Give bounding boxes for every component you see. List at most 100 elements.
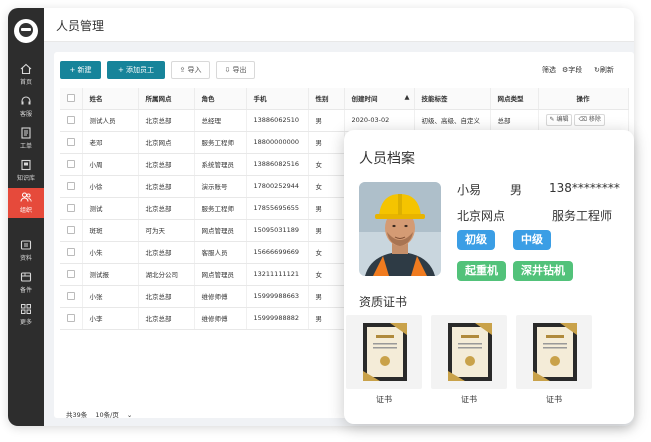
table-cell: 维修师傅 <box>194 285 247 308</box>
table-cell: 北京总部 <box>138 241 195 264</box>
filter-label: 筛选 <box>542 66 556 74</box>
import-label: 导入 <box>187 66 202 74</box>
column-header[interactable]: 所属网点 <box>138 88 195 110</box>
row-checkbox[interactable] <box>60 175 83 198</box>
sort-asc-icon[interactable]: ▲ <box>405 93 410 101</box>
table-cell: 老邓 <box>82 131 139 154</box>
table-cell: 男 <box>308 131 345 154</box>
sidebar-item-resources[interactable]: 资料 <box>8 236 44 266</box>
refresh-label: 刷新 <box>599 66 614 74</box>
remove-button[interactable]: ⌫ 移除 <box>574 114 605 126</box>
table-cell: 17800252944 <box>246 175 309 198</box>
total-count: 共39条 <box>66 411 88 419</box>
folder-icon <box>20 240 32 250</box>
table-cell: 15095031189 <box>246 219 309 242</box>
page-size-value: 10条/页 <box>95 411 119 419</box>
sidebar-item-organization[interactable]: 组织 <box>8 188 44 218</box>
fields-label: 字段 <box>568 66 583 74</box>
sidebar-item-more[interactable]: 更多 <box>8 300 44 330</box>
sidebar-item-label: 备件 <box>19 287 32 294</box>
table-cell: 女 <box>308 153 345 176</box>
table-cell: 测试 <box>82 197 139 220</box>
row-checkbox[interactable] <box>60 153 83 176</box>
profile-title: 人员档案 <box>359 151 415 167</box>
table-cell: 女 <box>308 241 345 264</box>
book-icon <box>21 159 31 171</box>
remove-label: 移除 <box>588 116 601 123</box>
column-header[interactable]: 网点类型 <box>490 88 539 110</box>
sidebar-item-label: 更多 <box>19 319 32 326</box>
row-checkbox[interactable] <box>60 263 83 286</box>
table-cell: 男 <box>308 219 345 242</box>
profile-card: 人员档案 小易 男 138******** 北京网点 服务工程师 初级 中级 起… <box>344 130 634 424</box>
sidebar-item-label: 工单 <box>19 143 32 150</box>
row-checkbox[interactable] <box>60 285 83 308</box>
sidebar-item-home[interactable]: 首页 <box>8 60 44 90</box>
fields-button[interactable]: ⚙字段 <box>562 61 582 79</box>
edit-button[interactable]: ✎ 编辑 <box>545 114 573 126</box>
chevron-down-icon: ⌄ <box>124 411 133 419</box>
column-header[interactable]: 手机 <box>246 88 309 110</box>
certificate-thumbnail[interactable] <box>431 315 507 389</box>
certificate-label: 证书 <box>546 395 562 404</box>
table-cell: 男 <box>308 109 345 132</box>
table-cell: 系统管理员 <box>194 153 247 176</box>
headset-icon <box>21 96 31 105</box>
table-header-row: 姓名 所属网点 角色 手机 性别 创建时间 ▲ 技能标签 网点类型 操作 <box>60 88 629 110</box>
row-checkbox[interactable] <box>60 241 83 264</box>
certificate-icon <box>363 323 407 381</box>
table-row[interactable]: 测试人员 北京总部 总经理 13886062510 男 2020-03-02 初级、高级、自… <box>60 109 629 132</box>
table-cell: 北京总部 <box>138 109 195 132</box>
table-cell: 演示账号 <box>194 175 247 198</box>
table-cell: 小周 <box>82 153 139 176</box>
profile-photo <box>359 182 441 276</box>
certificate-thumbnail[interactable] <box>346 315 422 389</box>
column-header[interactable]: 性别 <box>308 88 345 110</box>
profile-phone: 138******** <box>549 181 620 195</box>
row-checkbox[interactable] <box>60 219 83 242</box>
certificate-thumbnail[interactable] <box>516 315 592 389</box>
page-size-select[interactable]: 10条/页 ⌄ <box>95 411 138 419</box>
certificate-icon <box>448 323 492 381</box>
user-avatar[interactable] <box>14 19 38 43</box>
new-button[interactable]: + 新建 <box>60 61 101 79</box>
column-header[interactable]: 姓名 <box>82 88 139 110</box>
row-checkbox[interactable] <box>60 307 83 330</box>
certificate-label: 证书 <box>461 395 477 404</box>
filter-button[interactable]: 筛选 <box>542 61 556 79</box>
level-tag: 中级 <box>513 230 551 250</box>
ticket-icon <box>21 127 31 139</box>
table-cell: 北京总部 <box>138 153 195 176</box>
column-header[interactable]: 角色 <box>194 88 247 110</box>
cert-section-title: 资质证书 <box>359 295 408 309</box>
toolbar: + 新建 + 添加员工 ⇪ 导入 ⇩ 导出 筛选 ⚙字段 ↻刷新 <box>60 61 628 79</box>
column-header[interactable]: 技能标签 <box>414 88 491 110</box>
import-button[interactable]: ⇪ 导入 <box>171 61 210 79</box>
row-checkbox[interactable] <box>60 109 83 132</box>
add-staff-button[interactable]: + 添加员工 <box>107 61 165 79</box>
sidebar-item-service[interactable]: 客服 <box>8 92 44 122</box>
sidebar: 首页 客服 工单 知识库 组织 资料 备件 更多 <box>8 8 44 426</box>
column-header-sortable[interactable]: 创建时间 ▲ <box>344 88 415 110</box>
pagination: 共39条 10条/页 ⌄ <box>66 409 144 419</box>
table-cell: 服务工程师 <box>194 197 247 220</box>
column-header-label: 创建时间 <box>351 95 378 104</box>
row-checkbox[interactable] <box>60 197 83 220</box>
sidebar-item-tickets[interactable]: 工单 <box>8 124 44 154</box>
table-cell: 13886082516 <box>246 153 309 176</box>
row-checkbox[interactable] <box>60 131 83 154</box>
refresh-button[interactable]: ↻刷新 <box>594 61 614 79</box>
sidebar-item-knowledge[interactable]: 知识库 <box>8 156 44 186</box>
table-cell: 维修师傅 <box>194 307 247 330</box>
sidebar-item-spare-parts[interactable]: 备件 <box>8 268 44 298</box>
table-cell: 北京总部 <box>138 307 195 330</box>
table-cell: 男 <box>308 197 345 220</box>
upload-icon: ⇪ <box>179 66 188 74</box>
select-all-checkbox[interactable] <box>60 88 83 110</box>
table-cell: 小朱 <box>82 241 139 264</box>
export-button[interactable]: ⇩ 导出 <box>216 61 255 79</box>
table-cell: 13211111121 <box>246 263 309 286</box>
table-cell: 总经理 <box>194 109 247 132</box>
page-title: 人员管理 <box>56 19 105 33</box>
people-icon <box>20 192 32 202</box>
